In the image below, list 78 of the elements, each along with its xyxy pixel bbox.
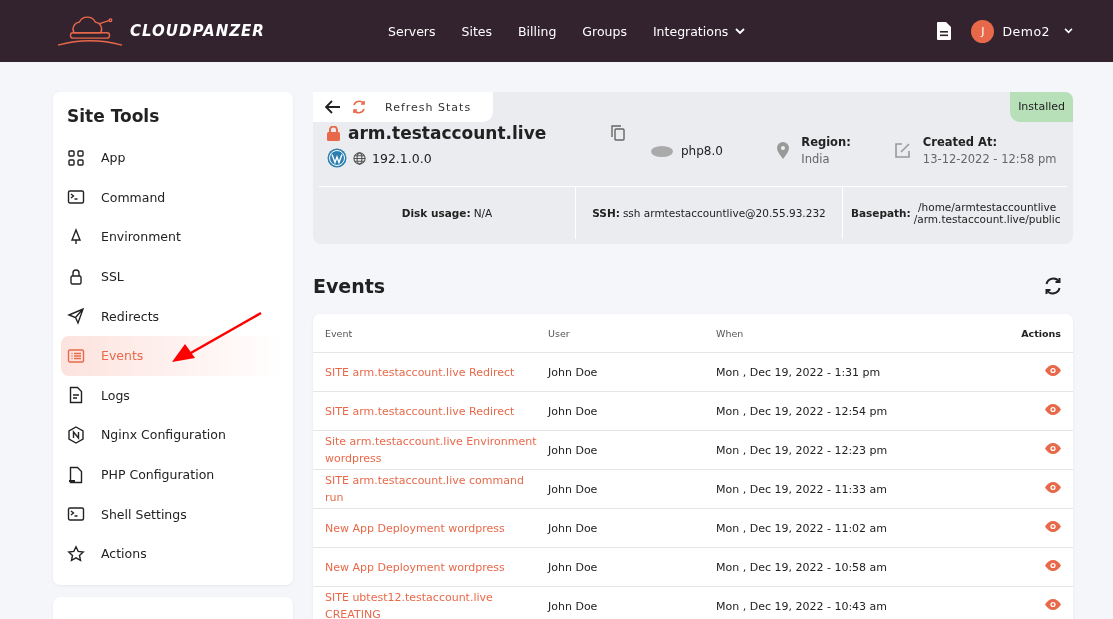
column-header[interactable]: User [548,327,716,339]
column-header[interactable]: When [716,327,1001,339]
view-icon[interactable] [1045,365,1061,376]
table-cell-text: Mon , Dec 19, 2022 - 10:58 am [716,560,889,574]
view-icon[interactable] [1045,560,1061,571]
sidebar-item[interactable]: Redirects [61,296,285,336]
hexagon-icon [67,425,85,444]
sidebar-item[interactable]: Nginx Configuration [61,415,285,455]
events-title: Events [313,275,386,297]
stat-text: Basepath: /home/armtestaccountlive /arm.testaccount.live/public [842,187,1069,239]
copy-icon[interactable] [611,125,625,141]
table-cell-text: John Doe [548,365,599,379]
sidebar-item[interactable]: Actions [61,533,285,574]
site-domain: arm.testaccount.live [348,123,548,143]
chevron-down-icon[interactable] [1064,28,1073,34]
user-menu[interactable]: J Demo2 [971,19,1073,43]
globe-icon [353,151,366,165]
document-icon[interactable] [937,22,952,40]
nav-link[interactable]: Servers [388,23,436,39]
created-value: 13-12-2022 - 12:58 pm [922,152,1057,166]
terminal-icon [67,188,85,207]
stat-text: Disk usage: N/A [400,206,494,221]
php-version: php8.0 [681,144,723,158]
table-cell-text: Mon , Dec 19, 2022 - 12:23 pm [716,443,889,457]
column-header[interactable]: Actions [1001,327,1061,339]
refresh-icon[interactable] [1043,276,1063,296]
ip-address: 192.1.0.0 [372,150,432,166]
view-icon[interactable] [1045,521,1061,532]
sidebar-item[interactable]: PHP Configuration [61,454,285,495]
view-icon[interactable] [1045,443,1061,454]
table-cell-text: Mon , Dec 19, 2022 - 11:02 am [716,521,889,535]
sidebar-title: Site Tools [66,106,161,128]
view-icon[interactable] [1045,404,1061,415]
star-icon [67,544,85,563]
php-logo-icon [651,145,673,157]
table-cell-text: Mon , Dec 19, 2022 - 10:43 am [716,599,889,613]
status-badge: Installed [1010,92,1073,122]
sidebar-item[interactable]: Command [61,177,285,218]
sidebar-item[interactable]: Logs [61,375,285,416]
lock-icon [327,125,340,141]
document-icon [67,386,85,405]
wordpress-icon [327,148,347,168]
view-icon[interactable] [1045,482,1061,493]
nav-link[interactable]: Billing [518,23,557,39]
table-cell-text: John Doe [548,482,599,496]
sidebar-item[interactable]: SSL [61,256,285,297]
table-cell-text: John Doe [548,560,599,574]
sidebar-item[interactable]: App [61,138,285,178]
brand-name: CLOUDPANZER [130,22,265,40]
region-label: Region: [801,135,851,149]
padlock-icon [67,267,85,286]
refresh-icon [351,99,367,115]
table-cell-text: John Doe [548,443,599,457]
location-pin-icon [777,142,790,159]
stat-text: SSH: ssh armtestaccountlive@20.55.93.232 [575,187,842,239]
php-file-icon [67,465,85,484]
created-label: Created At: [922,135,999,149]
table-cell-text: Mon , Dec 19, 2022 - 12:54 pm [716,404,889,418]
paper-plane-icon [67,307,85,326]
nav-link[interactable]: Sites [461,23,493,39]
column-header[interactable]: Event [325,327,548,339]
table-cell-text: Mon , Dec 19, 2022 - 11:33 am [716,482,889,496]
table-cell-text: Mon , Dec 19, 2022 - 1:31 pm [716,365,882,379]
table-cell-text: John Doe [548,521,599,535]
terminal-icon [67,505,85,524]
back-arrow-icon[interactable] [325,100,341,114]
edit-icon [893,142,911,159]
table-cell-text: John Doe [548,599,599,613]
region-value: India [801,152,831,166]
sidebar-item[interactable]: Environment [61,217,285,257]
list-icon [67,346,85,365]
table-cell-text: John Doe [548,404,599,418]
view-icon[interactable] [1045,599,1061,610]
sidebar-item[interactable]: Shell Settings [61,494,285,534]
chevron-down-icon[interactable] [735,27,746,35]
grid-icon [67,148,85,167]
nav-link[interactable]: Groups [582,23,627,39]
nav-link[interactable]: Integrations [652,23,746,39]
